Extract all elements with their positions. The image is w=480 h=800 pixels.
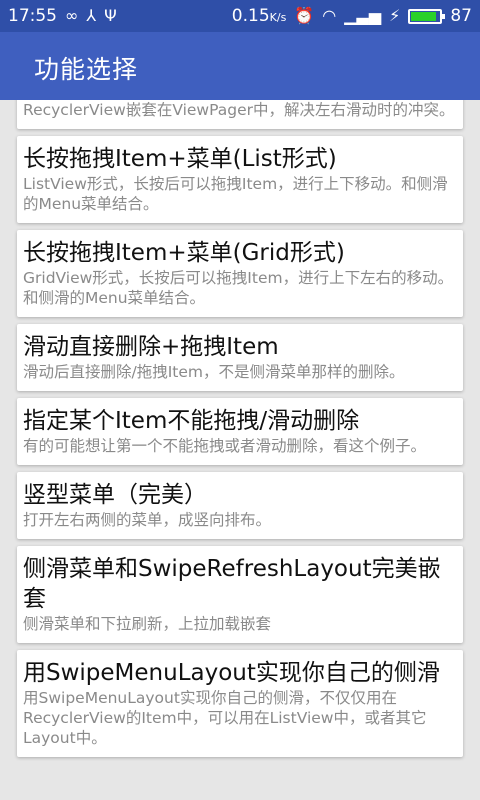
list-item-desc: 滑动后直接删除/拖拽Item，不是侧滑菜单那样的删除。 <box>23 363 405 381</box>
charging-icon: ⚡ <box>389 6 401 25</box>
list-item-title: 长按拖拽Item+菜单(List形式) <box>23 146 337 172</box>
list-item-desc: ListView形式，长按后可以拖拽Item，进行上下移动。和侧滑的Menu菜单… <box>23 175 448 213</box>
wifi-icon: ◠ <box>322 6 337 25</box>
status-bar: 17:55 ∞ ⅄ Ψ 0.15K/s ⏰ ◠ ▁▃▅ ⚡ 87 <box>0 0 480 32</box>
list-item-desc: GridView形式，长按后可以拖拽Item，进行上下左右的移动。和侧滑的Men… <box>23 269 454 307</box>
list-item[interactable]: 长按拖拽Item+菜单(List形式) ListView形式，长按后可以拖拽It… <box>17 136 463 223</box>
list-item[interactable]: 侧滑菜单和SwipeRefreshLayout完美嵌套 侧滑菜单和下拉刷新，上拉… <box>17 546 463 643</box>
list-item[interactable]: 滑动直接删除+拖拽Item 滑动后直接删除/拖拽Item，不是侧滑菜单那样的删除… <box>17 324 463 391</box>
list-item-title: 指定某个Item不能拖拽/滑动删除 <box>23 408 360 434</box>
list-item-desc: RecyclerView嵌套在ViewPager中，解决左右滑动时的冲突。 <box>23 101 455 119</box>
app-toolbar: 功能选择 <box>0 32 480 100</box>
list-item-desc: 侧滑菜单和下拉刷新，上拉加载嵌套 <box>23 615 272 633</box>
net-speed: 0.15K/s <box>232 6 287 26</box>
list-item[interactable]: 竖型菜单（完美） 打开左右两侧的菜单，成竖向排布。 <box>17 472 463 539</box>
list-item-desc: 有的可能想让第一个不能拖拽或者滑动删除，看这个例子。 <box>23 437 427 455</box>
list-item-title: 侧滑菜单和SwipeRefreshLayout完美嵌套 <box>23 556 441 612</box>
feature-list[interactable]: RecyclerView嵌套在ViewPager中，解决左右滑动时的冲突。 长按… <box>0 100 480 800</box>
list-item-title: 长按拖拽Item+菜单(Grid形式) <box>23 240 345 266</box>
battery-fill <box>411 11 436 21</box>
net-speed-value: 0.15 <box>231 6 270 26</box>
usb-icon: Ψ <box>104 6 117 25</box>
list-item-desc: 打开左右两侧的菜单，成竖向排布。 <box>23 511 272 529</box>
infinity-icon: ∞ <box>65 6 79 25</box>
list-item-desc: 用SwipeMenuLayout实现你自己的侧滑，不仅仅用在RecyclerVi… <box>23 689 427 747</box>
feature-list-inner: RecyclerView嵌套在ViewPager中，解决左右滑动时的冲突。 长按… <box>0 100 480 764</box>
toolbar-title: 功能选择 <box>34 55 139 84</box>
list-item-title: 用SwipeMenuLayout实现你自己的侧滑 <box>23 660 440 686</box>
list-item[interactable]: 用SwipeMenuLayout实现你自己的侧滑 用SwipeMenuLayou… <box>17 650 463 757</box>
signal-icon: ▁▃▅ <box>344 6 382 25</box>
alarm-icon: ⏰ <box>294 6 315 25</box>
list-item-title: 滑动直接删除+拖拽Item <box>23 334 279 360</box>
battery-level: 87 <box>450 6 472 26</box>
list-item[interactable]: 长按拖拽Item+菜单(Grid形式) GridView形式，长按后可以拖拽It… <box>17 230 463 317</box>
battery-icon <box>408 8 446 24</box>
status-time: 17:55 <box>8 6 57 26</box>
list-item[interactable]: 指定某个Item不能拖拽/滑动删除 有的可能想让第一个不能拖拽或者滑动删除，看这… <box>17 398 463 465</box>
list-item[interactable]: RecyclerView嵌套在ViewPager中，解决左右滑动时的冲突。 <box>17 100 463 129</box>
net-speed-unit: K/s <box>269 11 287 24</box>
status-bar-right: 0.15K/s ⏰ ◠ ▁▃▅ ⚡ 87 <box>232 6 472 26</box>
list-item-title: 竖型菜单（完美） <box>23 482 207 508</box>
status-bar-left: 17:55 ∞ ⅄ Ψ <box>8 6 117 26</box>
share-icon: ⅄ <box>86 6 97 25</box>
